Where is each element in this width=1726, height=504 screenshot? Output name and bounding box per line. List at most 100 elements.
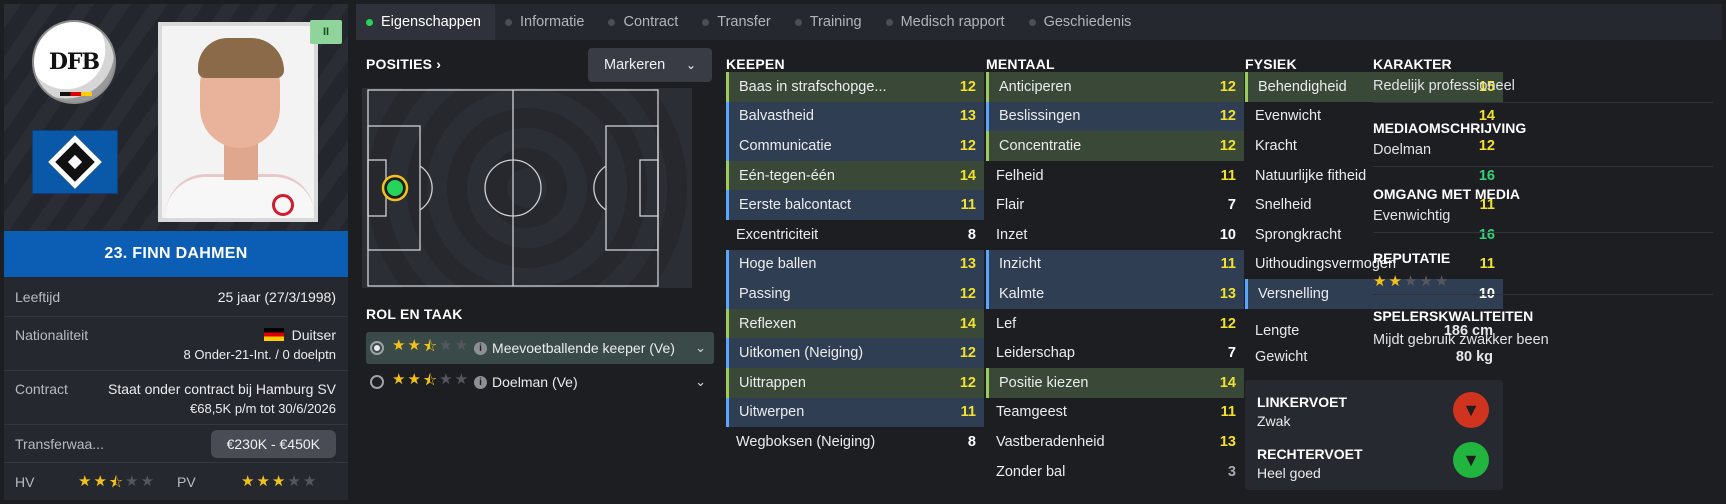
nationality-label: Nationaliteit xyxy=(15,327,89,343)
attribute-row-mentaal[interactable]: Inzet 10 xyxy=(986,220,1244,250)
star-empty-icon: ★ xyxy=(439,370,453,388)
star-empty-icon: ★ xyxy=(125,473,139,490)
attributes-content: POSITIES › Markeren ⌄ ROL EN TAAK ★ ★ ⯪ ★ ★ i… xyxy=(356,44,1722,500)
attribute-row-mentaal[interactable]: Kalmte 13 xyxy=(986,279,1244,309)
attribute-label: Sprongkracht xyxy=(1255,226,1342,243)
attribute-value: 14 xyxy=(959,315,976,332)
attribute-label: Eerste balcontact xyxy=(739,197,852,214)
tab-transfer[interactable]: Transfer xyxy=(692,4,784,40)
contract-row: Contract Staat onder contract bij Hambur… xyxy=(4,371,348,425)
attribute-row-mentaal[interactable]: Inzicht 11 xyxy=(986,249,1244,280)
chevron-down-icon[interactable]: ⌄ xyxy=(695,340,706,356)
attribute-row-mentaal[interactable]: Positie kiezen 14 xyxy=(986,367,1244,398)
dfb-crest-icon[interactable]: DFB xyxy=(32,20,116,104)
transfer-value-badge[interactable]: €230K - €450K xyxy=(210,430,336,458)
attribute-value: 7 xyxy=(1227,345,1236,362)
attribute-label: Uittrappen xyxy=(739,374,806,391)
attribute-row-mentaal[interactable]: Concentratie 12 xyxy=(986,131,1244,161)
attribute-row-keepen[interactable]: Uitkomen (Neiging) 12 xyxy=(726,338,984,368)
tab-medisch-rapport[interactable]: Medisch rapport xyxy=(876,4,1019,40)
star-half-icon: ⯪ xyxy=(422,337,438,355)
star-full-icon: ★ xyxy=(271,473,286,490)
star-full-icon: ★ xyxy=(392,370,406,388)
attribute-value: 11 xyxy=(1220,167,1236,184)
attribute-row-mentaal[interactable]: Vastberadenheid 13 xyxy=(986,427,1244,457)
player-profile-panel: DFB II 23. FINN DAHMEN Leeftijd 25 jaar … xyxy=(4,4,348,500)
attribute-row-mentaal[interactable]: Teamgeest 11 xyxy=(986,398,1244,428)
player-traits-value[interactable]: Mijdt gebruik zwakker been xyxy=(1373,332,1549,348)
karakter-value: Redelijk professioneel xyxy=(1373,78,1515,94)
mark-dropdown-button[interactable]: Markeren ⌄ xyxy=(588,48,712,82)
attribute-row-keepen[interactable]: Communicatie 12 xyxy=(726,131,984,161)
attribute-row-keepen[interactable]: Balvastheid 13 xyxy=(726,101,984,132)
divider xyxy=(1373,232,1713,233)
attribute-row-fysiek[interactable]: Sprongkracht 16 xyxy=(1245,220,1503,250)
pitch-lines xyxy=(367,89,659,287)
attribute-row-mentaal[interactable]: Lef 12 xyxy=(986,309,1244,339)
attribute-value: 12 xyxy=(959,78,976,95)
attribute-value: 12 xyxy=(959,285,976,302)
tab-label: Training xyxy=(809,14,862,30)
tab-geschiedenis[interactable]: Geschiedenis xyxy=(1019,4,1146,40)
attribute-value: 8 xyxy=(967,226,976,243)
attribute-value: 8 xyxy=(967,433,976,450)
chevron-down-icon[interactable]: ⌄ xyxy=(695,374,706,390)
info-icon[interactable]: i xyxy=(474,341,488,355)
attribute-label: Zonder bal xyxy=(996,463,1066,480)
attribute-row-keepen[interactable]: Eerste balcontact 11 xyxy=(726,190,984,220)
role-label-2: Doelman (Ve) xyxy=(492,374,578,390)
positions-title[interactable]: POSITIES › xyxy=(366,56,441,72)
tab-label: Contract xyxy=(623,14,679,30)
info-icon[interactable]: i xyxy=(474,375,488,389)
tab-informatie[interactable]: Informatie xyxy=(495,4,598,40)
contract-value[interactable]: Staat onder contract bij Hamburg SV xyxy=(108,381,336,397)
position-pitch[interactable] xyxy=(362,88,692,288)
attribute-row-keepen[interactable]: Uittrappen 12 xyxy=(726,367,984,398)
role-radio-1[interactable] xyxy=(370,341,384,355)
attribute-label: Teamgeest xyxy=(996,404,1067,421)
attribute-row-mentaal[interactable]: Zonder bal 3 xyxy=(986,457,1244,487)
dfb-crest-letters: DFB xyxy=(48,49,100,75)
attribute-row-mentaal[interactable]: Anticiperen 12 xyxy=(986,72,1244,102)
hamburg-sv-crest-icon[interactable] xyxy=(32,130,118,194)
attribute-row-keepen[interactable]: Wegboksen (Neiging) 8 xyxy=(726,427,984,457)
attribute-row-mentaal[interactable]: Beslissingen 12 xyxy=(986,101,1244,132)
attribute-value: 12 xyxy=(959,345,976,362)
role-row-2[interactable]: ★ ★ ⯪ ★ ★ i Doelman (Ve) ⌄ xyxy=(366,366,714,398)
attribute-row-keepen[interactable]: Passing 12 xyxy=(726,279,984,309)
attribute-row-keepen[interactable]: Reflexen 14 xyxy=(726,308,984,339)
attribute-label: Anticiperen xyxy=(999,78,1072,95)
germany-flag-icon xyxy=(263,328,284,341)
role-radio-2[interactable] xyxy=(370,375,384,389)
weight-value: 80 kg xyxy=(1455,349,1493,365)
nationality-value-wrap[interactable]: Duitser xyxy=(263,327,336,343)
tab-training[interactable]: Training xyxy=(785,4,876,40)
attribute-row-mentaal[interactable]: Flair 7 xyxy=(986,190,1244,220)
pause-tag-icon[interactable]: II xyxy=(310,20,342,44)
tab-contract[interactable]: Contract xyxy=(598,4,692,40)
star-empty-icon: ★ xyxy=(454,370,469,388)
attribute-row-keepen[interactable]: Excentriciteit 8 xyxy=(726,220,984,250)
left-boot-icon: ▼ xyxy=(1453,392,1489,428)
current-ability-stars: ★ ★ ⯪ ★ ★ xyxy=(78,472,154,497)
attribute-row-mentaal[interactable]: Leiderschap 7 xyxy=(986,338,1244,368)
role-row-1[interactable]: ★ ★ ⯪ ★ ★ i Meevoetballende keeper (Ve) ⌄ xyxy=(366,332,714,364)
tab-eigenschappen[interactable]: Eigenschappen xyxy=(356,4,495,40)
attribute-label: Positie kiezen xyxy=(999,374,1089,391)
attribute-row-keepen[interactable]: Baas in strafschopge... 12 xyxy=(726,72,984,102)
star-empty-icon: ★ xyxy=(454,336,469,354)
tab-label: Informatie xyxy=(519,14,585,30)
media-handling-value: Evenwichtig xyxy=(1373,208,1451,224)
attribute-row-keepen[interactable]: Hoge ballen 13 xyxy=(726,249,984,280)
star-empty-icon: ★ xyxy=(1419,273,1433,290)
star-empty-icon: ★ xyxy=(287,473,301,490)
attribute-value: 16 xyxy=(1478,226,1495,243)
player-name: 23. FINN DAHMEN xyxy=(4,231,348,277)
chevron-down-icon: ⌄ xyxy=(685,58,696,72)
ability-row: HV ★ ★ ⯪ ★ ★ PV ★ ★ ★ ★ ★ xyxy=(4,463,348,500)
attribute-row-keepen[interactable]: Uitwerpen 11 xyxy=(726,397,984,428)
attribute-label: Kalmte xyxy=(999,285,1045,302)
right-foot-label: RECHTERVOET xyxy=(1257,446,1363,462)
attribute-row-keepen[interactable]: Eén-tegen-één 14 xyxy=(726,160,984,191)
attribute-row-mentaal[interactable]: Felheid 11 xyxy=(986,161,1244,191)
